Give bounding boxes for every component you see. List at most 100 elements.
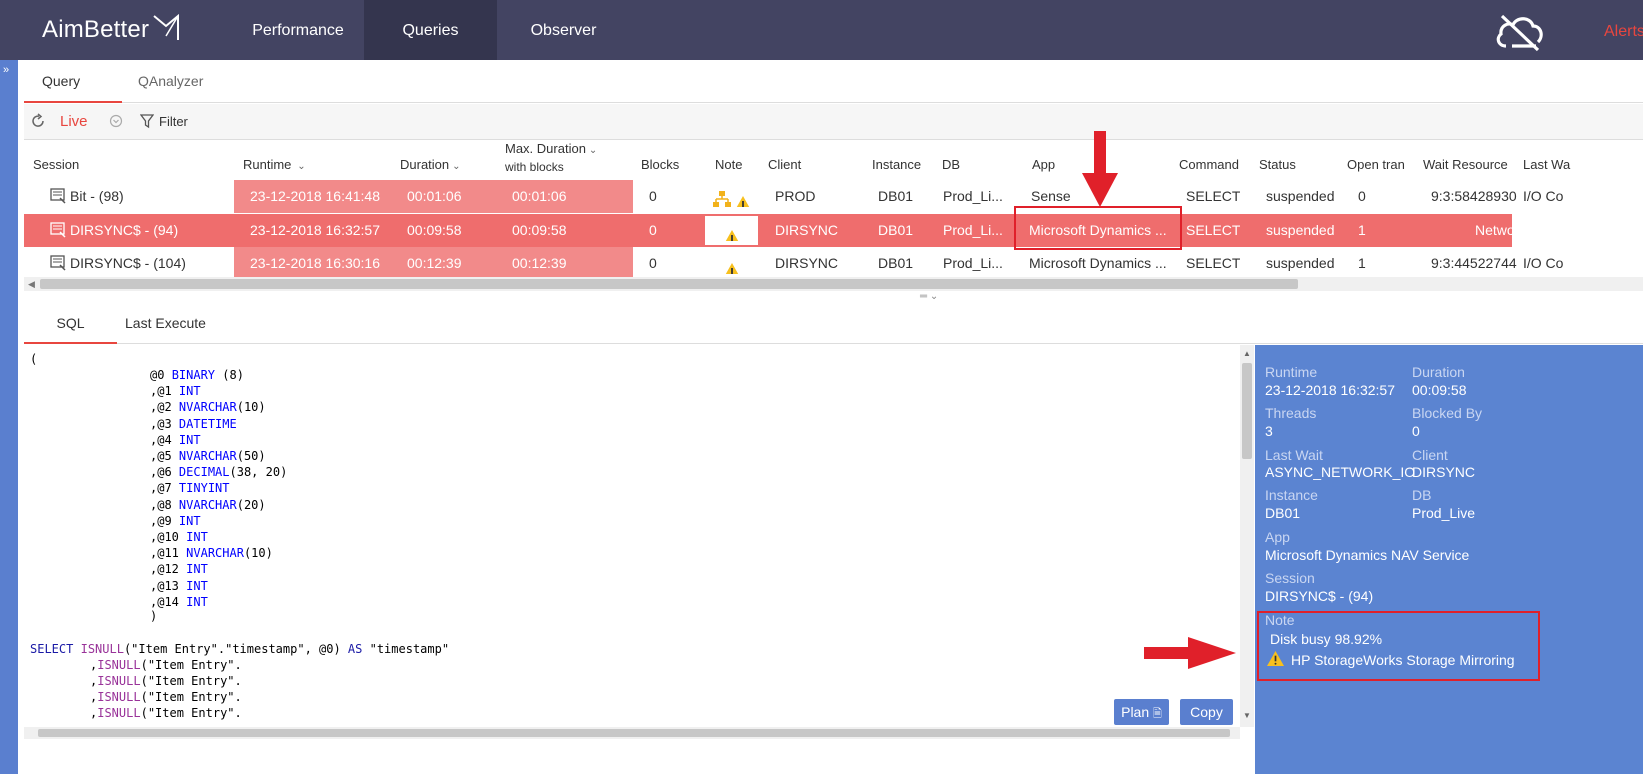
code-token: INT bbox=[186, 594, 208, 609]
app-logo[interactable]: AimBetter bbox=[42, 16, 149, 44]
cell-max-duration: 00:12:39 bbox=[512, 255, 567, 271]
detail-db: Prod_Live bbox=[1412, 505, 1476, 521]
nav-queries[interactable]: Queries bbox=[364, 0, 497, 60]
code-line: ,ISNULL("Item Entry". bbox=[90, 705, 242, 721]
code-token: ISNULL bbox=[97, 690, 141, 704]
code-line: @0 BINARY (8) bbox=[150, 367, 244, 383]
code-token: INT bbox=[178, 384, 201, 399]
code-token: ,@6 bbox=[150, 465, 172, 480]
sql-code-view[interactable]: ( @0 BINARY (8) ,@1 INT ,@2 NVARCHAR(10) ,@… bbox=[24, 345, 1242, 726]
detail-runtime-label: Runtime bbox=[1265, 364, 1318, 380]
code-hscroll-thumb[interactable] bbox=[38, 729, 1230, 737]
table-row[interactable]: Bit - (98) 23-12-2018 16:41:48 00:01:06 … bbox=[24, 180, 1643, 213]
code-token: (20) bbox=[236, 497, 266, 512]
query-subtabs: Query Live QAnalyzer bbox=[24, 60, 1643, 132]
col-runtime-label: Runtime bbox=[243, 157, 292, 172]
alerts-link[interactable]: Alerts bbox=[1604, 0, 1643, 64]
expand-panel-icon[interactable]: » bbox=[3, 64, 9, 76]
cell-open-tran: 1 bbox=[1358, 255, 1366, 271]
detail-note-mirroring: HP StorageWorks Storage Mirroring bbox=[1291, 652, 1515, 668]
cloud-off-icon[interactable] bbox=[1492, 12, 1546, 52]
code-line: ,@14 INT bbox=[150, 594, 208, 610]
side-panel-strip: » bbox=[0, 60, 18, 774]
code-token: ISNULL bbox=[97, 706, 141, 720]
code-horizontal-scrollbar[interactable] bbox=[24, 727, 1240, 739]
code-line: ,@7 TINYINT bbox=[150, 480, 230, 496]
code-line: ( bbox=[30, 351, 37, 367]
code-token: (8) bbox=[215, 368, 244, 382]
detail-duration-label: Duration bbox=[1412, 364, 1465, 380]
cell-instance: DB01 bbox=[878, 255, 914, 271]
cell-db: Prod_Li... bbox=[943, 255, 1003, 271]
tab-qanalyzer[interactable]: QAnalyzer bbox=[120, 60, 221, 103]
detail-threads: 3 bbox=[1265, 423, 1273, 439]
filter-icon[interactable] bbox=[140, 114, 154, 129]
app-highlight-box bbox=[1014, 206, 1182, 250]
code-line: ,@1 INT bbox=[150, 383, 201, 399]
code-token: ,@11 bbox=[150, 546, 179, 561]
code-token: ("Item Entry". bbox=[140, 690, 242, 704]
code-token: ("Item Entry". bbox=[140, 674, 242, 688]
col-max-duration-label: Max. Duration bbox=[505, 141, 586, 156]
cell-session: Bit - (98) bbox=[70, 188, 124, 204]
detail-client-label: Client bbox=[1412, 447, 1448, 463]
code-token: ,@9 bbox=[150, 513, 172, 528]
cell-db: Prod_Li... bbox=[943, 188, 1003, 204]
scroll-down-icon[interactable]: ▼ bbox=[1243, 711, 1251, 720]
code-line: ,@2 NVARCHAR(10) bbox=[150, 399, 266, 415]
detail-blocked-by-label: Blocked By bbox=[1412, 405, 1483, 421]
filter-button[interactable]: Filter bbox=[159, 114, 188, 129]
code-token: ,@8 bbox=[150, 497, 172, 512]
col-max-duration-sub: with blocks bbox=[505, 160, 564, 174]
nav-observer[interactable]: Observer bbox=[497, 0, 630, 60]
scroll-up-icon[interactable]: ▲ bbox=[1243, 349, 1251, 358]
session-icon bbox=[50, 188, 66, 204]
code-token: ISNULL bbox=[80, 642, 124, 656]
tab-last-execute[interactable]: Last Execute bbox=[125, 303, 206, 344]
cell-last-wait: I/O Co bbox=[1523, 255, 1564, 271]
cell-command: SELECT bbox=[1186, 188, 1241, 204]
red-right-arrow-icon bbox=[1144, 637, 1236, 669]
scroll-left-icon[interactable]: ◀ bbox=[28, 277, 35, 291]
hierarchy-icon bbox=[712, 187, 732, 207]
copy-button[interactable]: Copy bbox=[1180, 699, 1233, 725]
detail-db-label: DB bbox=[1412, 487, 1432, 503]
chevron-down-icon: ⌄ bbox=[588, 145, 598, 156]
code-token: ("Item Entry". bbox=[140, 706, 242, 720]
nav-performance[interactable]: Performance bbox=[234, 0, 362, 60]
grid-horizontal-scrollbar[interactable]: ◀ bbox=[24, 277, 1643, 291]
table-row[interactable]: DIRSYNC$ - (104) 23-12-2018 16:30:16 00:… bbox=[24, 247, 1643, 280]
panel-splitter-handle[interactable]: ═ ⌄ bbox=[920, 291, 938, 302]
cell-command: SELECT bbox=[1186, 222, 1241, 238]
chevron-circle-icon[interactable] bbox=[109, 114, 123, 128]
cell-session: DIRSYNC$ - (94) bbox=[70, 222, 179, 238]
warning-icon bbox=[722, 254, 742, 274]
code-line: ,@11 NVARCHAR(10) bbox=[150, 545, 273, 561]
cell-runtime: 23-12-2018 16:41:48 bbox=[250, 188, 380, 204]
table-row-selected[interactable]: DIRSYNC$ - (94) 23-12-2018 16:32:57 00:0… bbox=[24, 214, 1643, 247]
plan-button[interactable]: Plan 🗎 bbox=[1114, 699, 1169, 725]
code-token: ,@1 bbox=[150, 384, 172, 399]
code-line: ,@5 NVARCHAR(50) bbox=[150, 448, 266, 464]
detail-runtime: 23-12-2018 16:32:57 bbox=[1265, 382, 1395, 398]
code-vertical-scrollbar[interactable]: ▲ ▼ bbox=[1240, 345, 1254, 727]
cell-wait-resource: 9:3:44522744 bbox=[1431, 255, 1517, 271]
document-icon: 🗎 bbox=[1153, 708, 1162, 720]
detail-session: DIRSYNC$ - (94) bbox=[1265, 588, 1374, 604]
code-token: NVARCHAR bbox=[178, 400, 237, 415]
cell-wait-resource: 9:3:58428930 bbox=[1431, 188, 1517, 204]
refresh-icon[interactable] bbox=[30, 113, 46, 129]
code-scroll-thumb[interactable] bbox=[1242, 363, 1252, 459]
grid-scroll-thumb[interactable] bbox=[40, 279, 1298, 289]
code-line: ) bbox=[150, 608, 157, 624]
tab-sql[interactable]: SQL bbox=[24, 303, 117, 344]
code-token: BINARY bbox=[171, 368, 216, 382]
detail-blocked-by: 0 bbox=[1412, 423, 1420, 439]
code-token: ,@7 bbox=[150, 481, 172, 496]
cell-duration: 00:01:06 bbox=[407, 188, 462, 204]
live-toggle[interactable]: Live bbox=[60, 113, 88, 130]
code-line: SELECT ISNULL("Item Entry"."timestamp", … bbox=[30, 641, 449, 657]
tab-query-live[interactable]: Query Live bbox=[24, 60, 122, 132]
cell-wait-resource: Netwo bbox=[1475, 222, 1515, 238]
cell-instance: DB01 bbox=[878, 188, 914, 204]
